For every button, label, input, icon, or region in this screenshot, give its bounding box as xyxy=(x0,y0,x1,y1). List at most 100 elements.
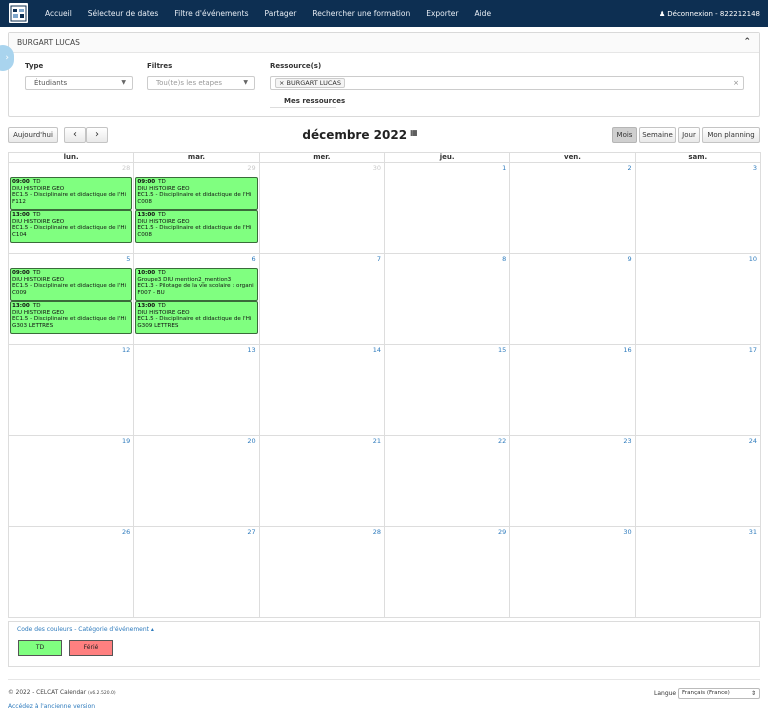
day-number[interactable]: 30 xyxy=(623,528,631,536)
day-cell[interactable]: 17 xyxy=(634,344,761,436)
nav-help[interactable]: Aide xyxy=(474,9,491,18)
day-number[interactable]: 13 xyxy=(247,346,255,354)
nav-home[interactable]: Accueil xyxy=(45,9,72,18)
today-button[interactable]: Aujourd'hui xyxy=(8,127,58,143)
calendar-event[interactable]: 09:00 TD DIU HISTOIRE GEO EC1.5 - Disciplin… xyxy=(10,177,133,210)
day-cell[interactable]: 23 xyxy=(509,435,636,527)
day-cell[interactable]: 13 xyxy=(133,344,260,436)
day-number[interactable]: 3 xyxy=(753,164,757,172)
day-number[interactable]: 29 xyxy=(498,528,506,536)
resources-select[interactable]: × BURGART LUCAS × xyxy=(270,76,744,90)
day-number[interactable]: 30 xyxy=(373,164,381,172)
day-number[interactable]: 20 xyxy=(247,437,255,445)
day-cell[interactable]: 2 xyxy=(509,162,636,254)
day-number[interactable]: 16 xyxy=(623,346,631,354)
day-number[interactable]: 15 xyxy=(498,346,506,354)
day-number[interactable]: 22 xyxy=(498,437,506,445)
view-my-planning-button[interactable]: Mon planning xyxy=(702,127,760,143)
view-month-button[interactable]: Mois xyxy=(612,127,637,143)
chevron-up-icon[interactable]: ⌃ xyxy=(743,37,751,47)
event-type: TD xyxy=(158,303,166,309)
day-cell[interactable]: 21 xyxy=(258,435,385,527)
day-number[interactable]: 29 xyxy=(247,164,255,172)
day-cell[interactable]: 8 xyxy=(383,253,511,345)
day-number[interactable]: 6 xyxy=(252,255,256,263)
calendar-event[interactable]: 09:00 TD DIU HISTOIRE GEO EC1.5 - Disciplin… xyxy=(135,177,258,210)
old-version-link[interactable]: Accédez à l'ancienne version xyxy=(8,703,95,710)
day-number[interactable]: 17 xyxy=(749,346,757,354)
day-number[interactable]: 21 xyxy=(373,437,381,445)
type-select[interactable]: Étudiants ▼ xyxy=(25,76,133,90)
day-number[interactable]: 7 xyxy=(377,255,381,263)
day-number[interactable]: 19 xyxy=(122,437,130,445)
day-cell[interactable]: 19 xyxy=(8,435,135,527)
day-number[interactable]: 24 xyxy=(749,437,757,445)
day-number[interactable]: 12 xyxy=(122,346,130,354)
day-cell[interactable]: 16 xyxy=(509,344,636,436)
my-resources-toggle[interactable]: Mes ressources xyxy=(284,97,345,105)
day-cell[interactable]: 20 xyxy=(133,435,260,527)
day-cell[interactable]: 14 xyxy=(258,344,385,436)
panel-header[interactable]: BURGART LUCAS ⌃ xyxy=(9,33,759,53)
day-number[interactable]: 27 xyxy=(247,528,255,536)
day-cell[interactable]: 31 xyxy=(634,526,761,618)
next-button[interactable]: › xyxy=(86,127,108,143)
day-number[interactable]: 1 xyxy=(502,164,506,172)
day-number[interactable]: 31 xyxy=(749,528,757,536)
day-cell[interactable]: 27 xyxy=(133,526,260,618)
calendar-event[interactable]: 13:00 TD DIU HISTOIRE GEO EC1.5 - Disciplin… xyxy=(135,301,258,334)
prev-button[interactable]: ‹ xyxy=(64,127,86,143)
day-cell[interactable]: 30 xyxy=(258,162,385,254)
legend-toggle[interactable]: Code des couleurs - Catégorie d'événemen… xyxy=(17,626,154,633)
calendar-event[interactable]: 09:00 TD DIU HISTOIRE GEO EC1.5 - Disciplin… xyxy=(10,268,133,301)
day-cell[interactable]: 9 xyxy=(509,253,636,345)
filters-select[interactable]: Tou(te)s les etapes ▼ xyxy=(147,76,255,90)
calendar-icon[interactable]: ▦ xyxy=(410,128,418,137)
day-cell[interactable]: 30 xyxy=(509,526,636,618)
day-cell[interactable]: 10 xyxy=(634,253,761,345)
day-number[interactable]: 28 xyxy=(373,528,381,536)
resource-panel: BURGART LUCAS ⌃ Type Étudiants ▼ Filtres… xyxy=(8,32,760,117)
day-cell[interactable]: 26 xyxy=(8,526,135,618)
day-number[interactable]: 10 xyxy=(749,255,757,263)
calendar-event[interactable]: 10:00 TD Groupe3 DIU mention2_mention3 EC1.… xyxy=(135,268,258,301)
day-number[interactable]: 8 xyxy=(502,255,506,263)
clear-icon[interactable]: × xyxy=(733,77,739,89)
day-cell[interactable]: 1 xyxy=(383,162,511,254)
view-day-button[interactable]: Jour xyxy=(678,127,700,143)
nav-search-course[interactable]: Rechercher une formation xyxy=(312,9,410,18)
nav-export[interactable]: Exporter xyxy=(426,9,458,18)
day-number[interactable]: 28 xyxy=(122,164,130,172)
day-cell[interactable]: 24 xyxy=(634,435,761,527)
calendar-event[interactable]: 13:00 TD DIU HISTOIRE GEO EC1.5 - Disciplin… xyxy=(10,301,133,334)
language-select[interactable]: Français (France) ⇕ xyxy=(678,688,760,699)
nav-event-filter[interactable]: Filtre d'événements xyxy=(174,9,248,18)
day-cell[interactable]: 15 xyxy=(383,344,511,436)
day-number[interactable]: 26 xyxy=(122,528,130,536)
day-number[interactable]: 14 xyxy=(373,346,381,354)
nav-date-selector[interactable]: Sélecteur de dates xyxy=(88,9,159,18)
calendar-event[interactable]: 13:00 TD DIU HISTOIRE GEO EC1.5 - Disciplin… xyxy=(10,210,133,243)
day-cell[interactable]: 6 10:00 TD Groupe3 DIU mention2_mention3 EC1… xyxy=(133,253,260,345)
weekday-5: sam. xyxy=(634,152,761,162)
view-week-button[interactable]: Semaine xyxy=(639,127,676,143)
day-cell[interactable]: 29 09:00 TD DIU HISTOIRE GEO EC1.5 - Discipl… xyxy=(133,162,260,254)
day-number[interactable]: 23 xyxy=(623,437,631,445)
day-cell[interactable]: 12 xyxy=(8,344,135,436)
logout-link[interactable]: ♟ Déconnexion - 822212148 xyxy=(659,0,760,27)
day-cell[interactable]: 28 09:00 TD DIU HISTOIRE GEO EC1.5 - Discipl… xyxy=(8,162,135,254)
nav-share[interactable]: Partager xyxy=(265,9,297,18)
day-cell[interactable]: 28 xyxy=(258,526,385,618)
day-number[interactable]: 9 xyxy=(628,255,632,263)
day-cell[interactable]: 29 xyxy=(383,526,511,618)
weekday-3: jeu. xyxy=(383,152,511,162)
day-cell[interactable]: 22 xyxy=(383,435,511,527)
day-cell[interactable]: 7 xyxy=(258,253,385,345)
day-cell[interactable]: 5 09:00 TD DIU HISTOIRE GEO EC1.5 - Discipli… xyxy=(8,253,135,345)
resource-tag[interactable]: × BURGART LUCAS xyxy=(275,78,345,88)
calendar-event[interactable]: 13:00 TD DIU HISTOIRE GEO EC1.5 - Disciplin… xyxy=(135,210,258,243)
day-number[interactable]: 2 xyxy=(628,164,632,172)
day-number[interactable]: 5 xyxy=(126,255,130,263)
app-logo[interactable] xyxy=(9,3,28,23)
day-cell[interactable]: 3 xyxy=(634,162,761,254)
